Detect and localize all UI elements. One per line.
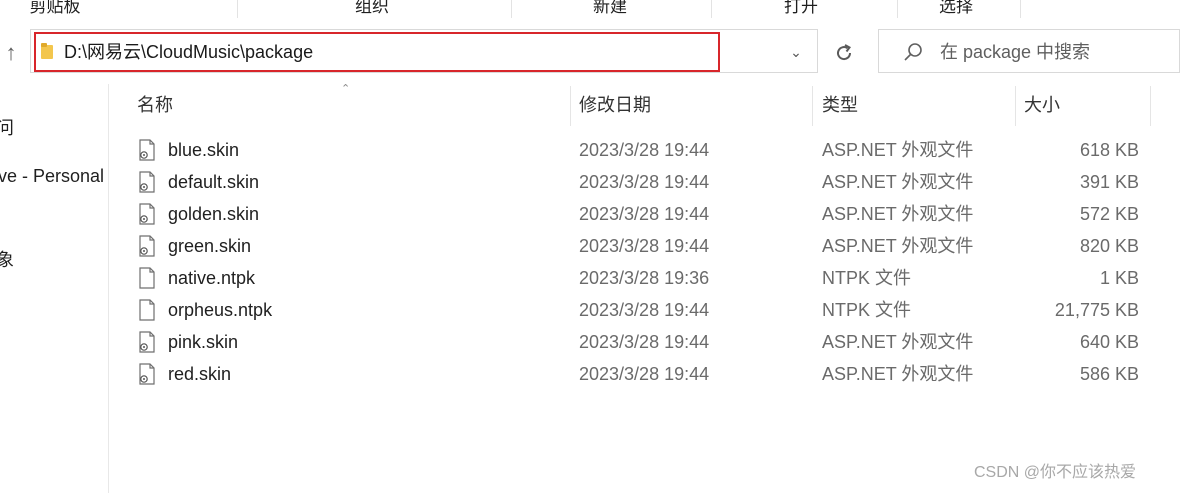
column-divider[interactable] — [1150, 86, 1151, 126]
blank-file-icon — [139, 267, 155, 289]
file-date: 2023/3/28 19:44 — [579, 236, 710, 256]
file-row[interactable]: blue.skin 2023/3/28 19:44 ASP.NET 外观文件 6… — [110, 134, 1180, 166]
file-name[interactable]: default.skin — [168, 170, 259, 194]
ribbon-divider — [897, 0, 898, 18]
column-divider[interactable] — [812, 86, 813, 126]
ribbon-divider — [511, 0, 512, 18]
column-divider[interactable] — [570, 86, 571, 126]
ribbon-group-clipboard[interactable]: 剪贴板 — [0, 0, 110, 18]
ribbon-divider — [237, 0, 238, 18]
up-arrow-icon[interactable]: ↑ — [0, 38, 22, 68]
search-input[interactable]: 在 package 中搜索 — [940, 40, 1090, 64]
file-date: 2023/3/28 19:44 — [579, 204, 710, 224]
skin-file-icon — [139, 171, 155, 193]
column-header-name[interactable]: 名称 — [137, 92, 173, 118]
search-icon — [904, 43, 922, 61]
file-type: ASP.NET 外观文件 — [822, 140, 974, 160]
ribbon-group-open[interactable]: 打开 — [751, 0, 851, 18]
column-divider[interactable] — [1015, 86, 1016, 126]
file-explorer-window: 剪贴板 组织 新建 打开 选择 ↑ D:\网易云\CloudMusic\pack… — [0, 0, 1180, 493]
blank-file-icon — [139, 299, 155, 321]
file-type: ASP.NET 外观文件 — [822, 364, 974, 384]
refresh-icon — [837, 44, 852, 61]
skin-file-icon — [139, 331, 155, 353]
skin-file-icon — [139, 203, 155, 225]
ribbon-group-select[interactable]: 选择 — [906, 0, 1006, 18]
file-date: 2023/3/28 19:44 — [579, 364, 710, 384]
nav-item-3d-objects[interactable]: 象 — [0, 248, 14, 272]
file-row[interactable]: native.ntpk 2023/3/28 19:36 NTPK 文件 1 KB — [110, 262, 1180, 294]
sort-ascending-icon: ⌃ — [341, 83, 351, 95]
file-size: 1 KB — [1099, 268, 1139, 288]
chevron-down-icon[interactable]: ⌄ — [786, 42, 806, 62]
file-type: NTPK 文件 — [822, 300, 912, 320]
skin-file-icon — [139, 139, 155, 161]
file-size: 21,775 KB — [1054, 300, 1139, 320]
file-name[interactable]: red.skin — [168, 362, 231, 386]
file-type: ASP.NET 外观文件 — [822, 172, 974, 192]
file-date: 2023/3/28 19:36 — [579, 268, 710, 288]
file-name[interactable]: golden.skin — [168, 202, 259, 226]
file-size: 640 KB — [1079, 332, 1139, 352]
watermark: CSDN @你不应该热爱 — [974, 464, 1137, 481]
file-name[interactable]: native.ntpk — [168, 266, 255, 290]
file-type: ASP.NET 外观文件 — [822, 332, 974, 352]
file-row[interactable]: red.skin 2023/3/28 19:44 ASP.NET 外观文件 58… — [110, 358, 1180, 390]
column-header-type[interactable]: 类型 — [822, 92, 858, 118]
file-row[interactable]: pink.skin 2023/3/28 19:44 ASP.NET 外观文件 6… — [110, 326, 1180, 358]
file-type: NTPK 文件 — [822, 268, 912, 288]
nav-item-quick-access[interactable]: 问 — [0, 116, 14, 140]
ribbon-divider — [711, 0, 712, 18]
column-header-size[interactable]: 大小 — [1024, 92, 1060, 118]
file-name[interactable]: orpheus.ntpk — [168, 298, 272, 322]
file-date: 2023/3/28 19:44 — [579, 172, 710, 192]
file-type: ASP.NET 外观文件 — [822, 236, 974, 256]
file-row[interactable]: golden.skin 2023/3/28 19:44 ASP.NET 外观文件… — [110, 198, 1180, 230]
file-size: 391 KB — [1079, 172, 1139, 192]
ribbon-group-labels: 剪贴板 组织 新建 打开 选择 — [0, 0, 1180, 20]
file-size: 572 KB — [1079, 204, 1139, 224]
navigation-pane: 问 ive - Personal 象 — [0, 84, 109, 493]
file-date: 2023/3/28 19:44 — [579, 332, 710, 352]
file-size: 586 KB — [1079, 364, 1139, 384]
refresh-button[interactable] — [824, 33, 864, 73]
file-date: 2023/3/28 19:44 — [579, 300, 710, 320]
file-row[interactable]: default.skin 2023/3/28 19:44 ASP.NET 外观文… — [110, 166, 1180, 198]
file-size: 618 KB — [1079, 140, 1139, 160]
ribbon-group-new[interactable]: 新建 — [560, 0, 660, 18]
skin-file-icon — [139, 235, 155, 257]
address-path[interactable]: D:\网易云\CloudMusic\package — [64, 40, 313, 64]
file-name[interactable]: pink.skin — [168, 330, 238, 354]
file-name[interactable]: green.skin — [168, 234, 251, 258]
file-size: 820 KB — [1079, 236, 1139, 256]
file-name[interactable]: blue.skin — [168, 138, 239, 162]
ribbon-group-organize[interactable]: 组织 — [322, 0, 422, 18]
folder-icon — [41, 43, 53, 59]
ribbon-divider — [1020, 0, 1021, 18]
file-row[interactable]: orpheus.ntpk 2023/3/28 19:44 NTPK 文件 21,… — [110, 294, 1180, 326]
file-date: 2023/3/28 19:44 — [579, 140, 710, 160]
file-row[interactable]: green.skin 2023/3/28 19:44 ASP.NET 外观文件 … — [110, 230, 1180, 262]
skin-file-icon — [139, 363, 155, 385]
file-type: ASP.NET 外观文件 — [822, 204, 974, 224]
nav-item-onedrive[interactable]: ive - Personal — [0, 164, 104, 188]
column-header-date[interactable]: 修改日期 — [579, 92, 651, 118]
